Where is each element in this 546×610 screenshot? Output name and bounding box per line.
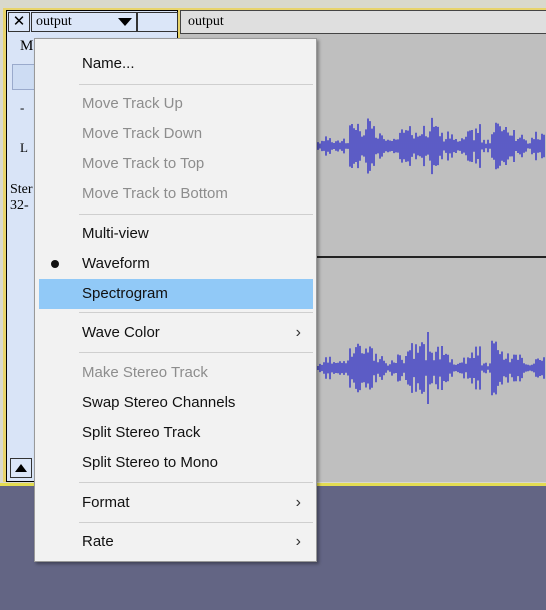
menu-separator	[79, 84, 313, 85]
track-name-label: output	[36, 14, 72, 29]
chevron-right-icon: ›	[295, 324, 301, 341]
menu-item-label: Swap Stereo Channels	[82, 394, 236, 411]
menu-item-rate[interactable]: Rate ›	[39, 527, 313, 557]
menu-separator	[79, 312, 313, 313]
menu-item-move-track-up: Move Track Up	[39, 89, 313, 119]
menu-item-move-track-down: Move Track Down	[39, 119, 313, 149]
menu-item-label: Make Stereo Track	[82, 364, 208, 381]
menu-item-move-track-to-bottom: Move Track to Bottom	[39, 179, 313, 209]
menu-item-label: Split Stereo Track	[82, 424, 201, 441]
waveform-channel	[315, 117, 545, 175]
track-info-line: 32-	[10, 198, 29, 213]
menu-item-wave-color[interactable]: Wave Color ›	[39, 318, 313, 348]
menu-item-label: Move Track to Top	[82, 155, 205, 172]
radio-dot-icon	[51, 260, 59, 268]
menu-item-multi-view[interactable]: Multi-view	[39, 219, 313, 249]
menu-item-move-track-to-top: Move Track to Top	[39, 149, 313, 179]
menu-item-label: Move Track Down	[82, 125, 203, 142]
track-context-menu: Name... Move Track Up Move Track Down Move …	[34, 38, 317, 562]
track-name-button[interactable]: output	[31, 12, 137, 32]
chevron-down-icon	[118, 18, 132, 26]
menu-item-label: Waveform	[82, 255, 150, 272]
menu-item-label: Rate	[82, 533, 114, 550]
pan-slider-label[interactable]: L	[20, 140, 28, 156]
mute-button-label[interactable]: M	[20, 38, 33, 55]
waveform-trace	[315, 117, 545, 175]
menu-separator	[79, 522, 313, 523]
menu-item-label: Spectrogram	[82, 285, 168, 302]
menu-item-label: Format	[82, 494, 130, 511]
track-info: Ster 32-	[10, 182, 33, 214]
waveform-channel	[315, 332, 545, 404]
menu-item-make-stereo-track: Make Stereo Track	[39, 358, 313, 388]
menu-item-split-stereo-to-mono[interactable]: Split Stereo to Mono	[39, 448, 313, 478]
menu-item-name[interactable]: Name...	[39, 49, 313, 79]
menu-item-swap-stereo-channels[interactable]: Swap Stereo Channels	[39, 388, 313, 418]
menu-item-format[interactable]: Format ›	[39, 488, 313, 518]
collapse-icon	[15, 464, 27, 472]
menu-separator	[79, 352, 313, 353]
gain-slider-label[interactable]: -	[20, 100, 24, 116]
menu-item-label: Wave Color	[82, 324, 160, 341]
menu-item-label: Move Track Up	[82, 95, 183, 112]
menu-item-label: Split Stereo to Mono	[82, 454, 218, 471]
close-track-button[interactable]: ✕	[8, 12, 30, 32]
waveform-title: output	[188, 14, 224, 29]
chevron-right-icon: ›	[295, 533, 301, 550]
menu-item-label: Name...	[82, 55, 135, 72]
menu-separator	[79, 214, 313, 215]
collapse-track-button[interactable]	[10, 458, 32, 478]
menu-separator	[79, 482, 313, 483]
close-icon: ✕	[12, 13, 26, 30]
menu-item-split-stereo-track[interactable]: Split Stereo Track	[39, 418, 313, 448]
menu-item-waveform[interactable]: Waveform	[39, 249, 313, 279]
menu-item-label: Move Track to Bottom	[82, 185, 228, 202]
track-menu-extra[interactable]	[137, 12, 178, 32]
chevron-right-icon: ›	[295, 494, 301, 511]
menu-item-spectrogram[interactable]: Spectrogram	[39, 279, 313, 309]
waveform-trace	[315, 332, 545, 404]
waveform-title-bar[interactable]: output	[180, 10, 546, 34]
track-info-line: Ster	[10, 182, 33, 197]
menu-item-label: Multi-view	[82, 225, 149, 242]
